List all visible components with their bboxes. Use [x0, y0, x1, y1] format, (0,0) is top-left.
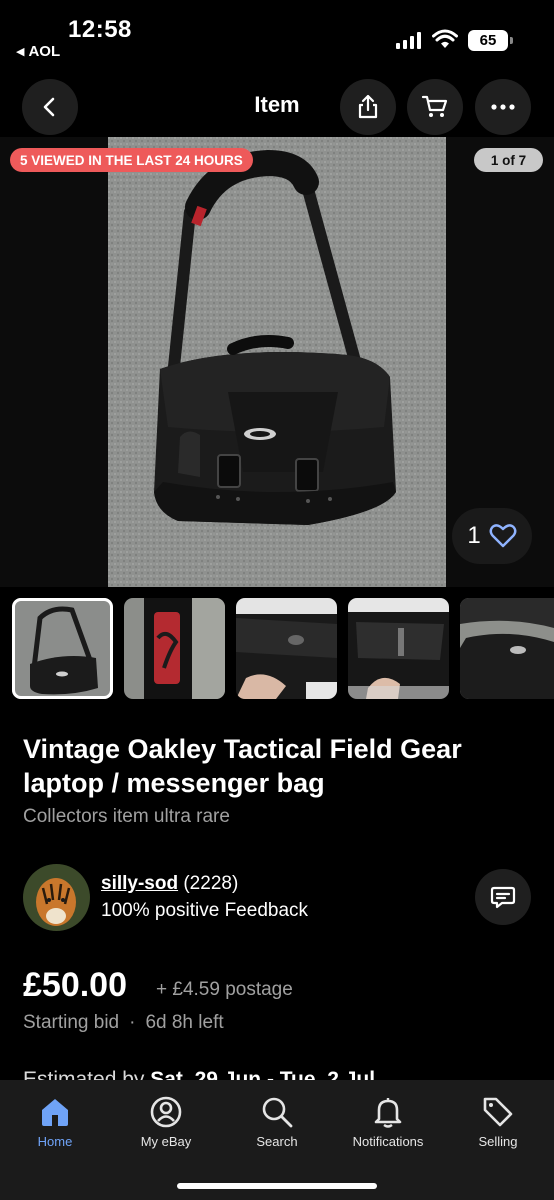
seller-name-line: silly-sod (2228) — [101, 873, 238, 895]
seller-username-link[interactable]: silly-sod — [101, 873, 178, 894]
tab-label: Notifications — [352, 1134, 424, 1149]
thumbnail-image — [348, 598, 449, 699]
main-item-photo[interactable] — [108, 137, 446, 587]
tab-label: Search — [256, 1134, 298, 1149]
home-indicator[interactable] — [177, 1183, 377, 1189]
status-bar: 12:58 ◀ AOL 65 — [0, 0, 554, 78]
postage-cost: + £4.59 postage — [156, 979, 293, 1000]
back-app-label: AOL — [28, 43, 61, 60]
clock: 12:58 — [68, 16, 132, 43]
bid-info: Starting bid · 6d 8h left — [23, 1012, 224, 1034]
tab-home[interactable]: Home — [0, 1090, 110, 1149]
tab-my-ebay[interactable]: My eBay — [111, 1090, 221, 1149]
back-triangle-icon: ◀ — [16, 46, 25, 58]
tiger-avatar-image — [23, 864, 90, 931]
seller-feedback: 100% positive Feedback — [101, 900, 309, 921]
seller-score: (2228) — [183, 873, 239, 894]
bid-type: Starting bid — [23, 1012, 120, 1033]
thumbnail-image — [12, 598, 113, 699]
image-counter: 1 of 7 — [474, 148, 543, 172]
home-icon — [42, 1099, 68, 1126]
search-icon — [262, 1097, 293, 1128]
more-icon — [491, 104, 515, 110]
watch-count: 1 — [467, 522, 481, 549]
tag-icon — [483, 1097, 513, 1127]
tab-label: My eBay — [140, 1134, 192, 1149]
tab-label: Selling — [478, 1134, 518, 1149]
tab-selling[interactable]: Selling — [443, 1090, 553, 1149]
tab-search[interactable]: Search — [222, 1090, 332, 1149]
wifi-icon — [432, 29, 458, 48]
share-icon — [358, 94, 378, 119]
thumbnail-image — [124, 598, 225, 699]
time-left: 6d 8h left — [145, 1012, 224, 1033]
seller-avatar[interactable] — [23, 864, 90, 931]
thumbnail-image — [236, 598, 337, 699]
message-icon — [490, 886, 516, 909]
thumbnail-5[interactable] — [460, 598, 554, 699]
bag-photo-graphic — [108, 137, 446, 587]
listing-title: Vintage Oakley Tactical Field Gear lapto… — [23, 734, 462, 798]
tab-label: Home — [37, 1134, 73, 1149]
watch-button[interactable]: 1 — [452, 508, 532, 564]
thumbnail-strip — [12, 598, 554, 700]
bell-icon — [374, 1098, 402, 1128]
item-price: £50.00 — [23, 966, 127, 1004]
more-button[interactable] — [475, 79, 531, 135]
cart-icon — [421, 95, 448, 117]
thumbnail-2[interactable] — [124, 598, 225, 699]
separator-dot: · — [129, 1012, 136, 1033]
heart-icon — [489, 524, 517, 548]
tab-notifications[interactable]: Notifications — [333, 1090, 443, 1149]
listing-subtitle: Collectors item ultra rare — [23, 806, 230, 827]
thumbnail-4[interactable] — [348, 598, 449, 699]
thumbnail-1[interactable] — [12, 598, 113, 699]
battery-indicator: 65 — [468, 30, 513, 51]
thumbnail-3[interactable] — [236, 598, 337, 699]
person-icon — [150, 1096, 182, 1128]
contact-seller-button[interactable] — [475, 869, 531, 925]
cart-button[interactable] — [407, 79, 463, 135]
share-button[interactable] — [340, 79, 396, 135]
thumbnail-image — [460, 598, 554, 699]
page-title: Item — [254, 92, 300, 117]
viewed-count-badge: 5 VIEWED IN THE LAST 24 HOURS — [10, 148, 253, 172]
back-to-app-link[interactable]: ◀ AOL — [16, 43, 60, 60]
signal-icon — [396, 31, 421, 49]
